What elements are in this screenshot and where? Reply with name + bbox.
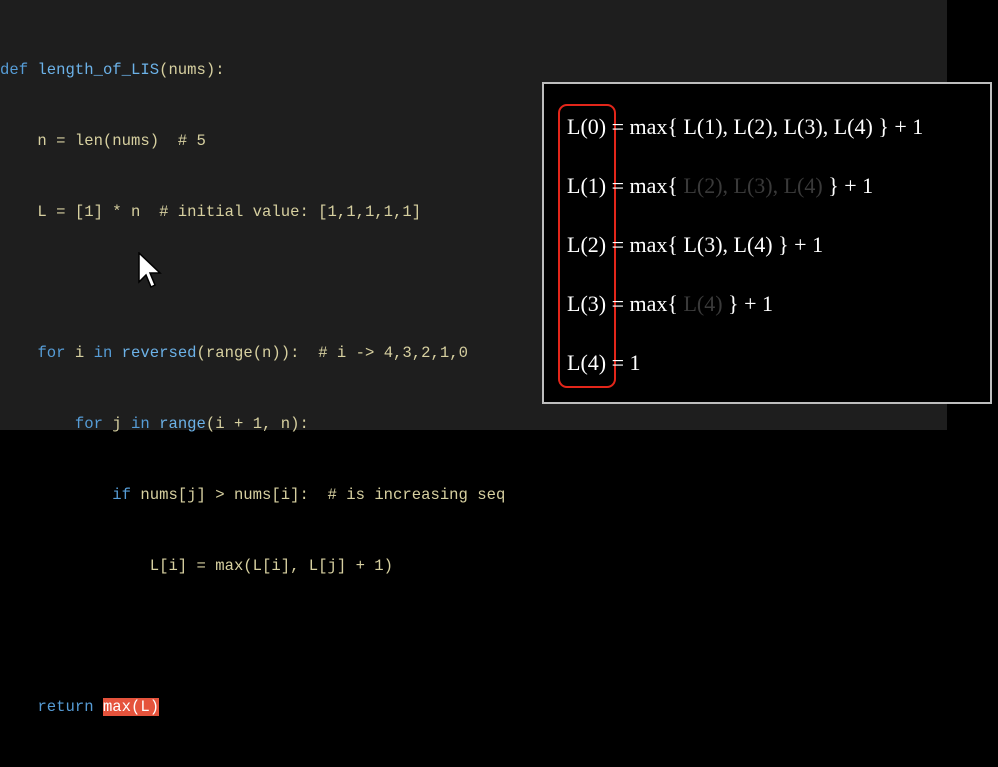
code-line-10: return max(L) <box>0 696 505 720</box>
code-text: nums[j] > nums[i]: # is increasing seq <box>131 485 506 504</box>
code-line-7: if nums[j] > nums[i]: # is increasing se… <box>0 484 505 508</box>
equation-row: L(1) = max{ L(2), L(3), L(4) } + 1 <box>567 173 873 199</box>
dim-terms: L(2), L(3), L(4) <box>683 173 823 198</box>
code-text: j <box>102 415 132 434</box>
terms: L(1), L(2), L(3), L(4) <box>683 114 873 139</box>
eq-text: = max{ <box>606 114 684 139</box>
code-line-3: L = [1] * n # initial value: [1,1,1,1,1] <box>0 202 422 221</box>
selected-text[interactable]: max(L) <box>102 698 160 717</box>
keyword: return <box>37 698 94 717</box>
equation-row: L(4) = 1 <box>567 350 641 376</box>
code-block: def length_of_LIS(nums): n = len(nums) #… <box>0 12 505 767</box>
code-text: i <box>65 344 94 363</box>
code-text: (i + 1, n): <box>205 415 309 434</box>
eq-end: } + 1 <box>722 291 773 316</box>
code-line-2: n = len(nums) # 5 <box>0 131 206 150</box>
keyword: def <box>0 61 38 80</box>
keyword: in <box>131 415 150 434</box>
lhs: L(4) <box>567 350 607 375</box>
code-line-8: L[i] = max(L[i], L[j] + 1) <box>0 556 394 575</box>
code-text: (range(n)): # i -> 4,3,2,1,0 <box>196 344 468 363</box>
code-line-6: for j in range(i + 1, n): <box>0 413 505 437</box>
code-text: (nums): <box>159 61 225 80</box>
eq-text: = max{ <box>606 232 684 257</box>
keyword: in <box>93 344 113 363</box>
lhs: L(0) <box>567 114 607 139</box>
equation-row: L(0) = max{ L(1), L(2), L(3), L(4) } + 1 <box>567 114 923 140</box>
keyword: for <box>74 415 103 434</box>
terms: L(3), L(4) <box>683 232 773 257</box>
code-line-5: for i in reversed(range(n)): # i -> 4,3,… <box>0 342 505 366</box>
keyword: for <box>37 344 66 363</box>
lhs: L(3) <box>567 291 607 316</box>
eq-end: } + 1 <box>772 232 824 257</box>
eq-text: = 1 <box>606 350 641 375</box>
eq-end: } + 1 <box>872 114 924 139</box>
function-name: range <box>159 415 206 434</box>
function-name: length_of_LIS <box>37 61 160 80</box>
equation-row: L(2) = max{ L(3), L(4) } + 1 <box>567 232 823 258</box>
mouse-pointer-icon <box>138 252 162 289</box>
equation-row: L(3) = max{ L(4) } + 1 <box>567 291 773 317</box>
keyword: if <box>112 485 132 504</box>
eq-text: = max{ <box>606 173 684 198</box>
code-line-1: def length_of_LIS(nums): <box>0 59 505 83</box>
eq-end: } + 1 <box>822 173 874 198</box>
function-name: reversed <box>121 344 197 363</box>
eq-text: = max{ <box>606 291 684 316</box>
lhs: L(2) <box>567 232 607 257</box>
dim-terms: L(4) <box>683 291 723 316</box>
lhs: L(1) <box>567 173 607 198</box>
recurrence-panel: L(0) = max{ L(1), L(2), L(3), L(4) } + 1… <box>542 82 992 404</box>
